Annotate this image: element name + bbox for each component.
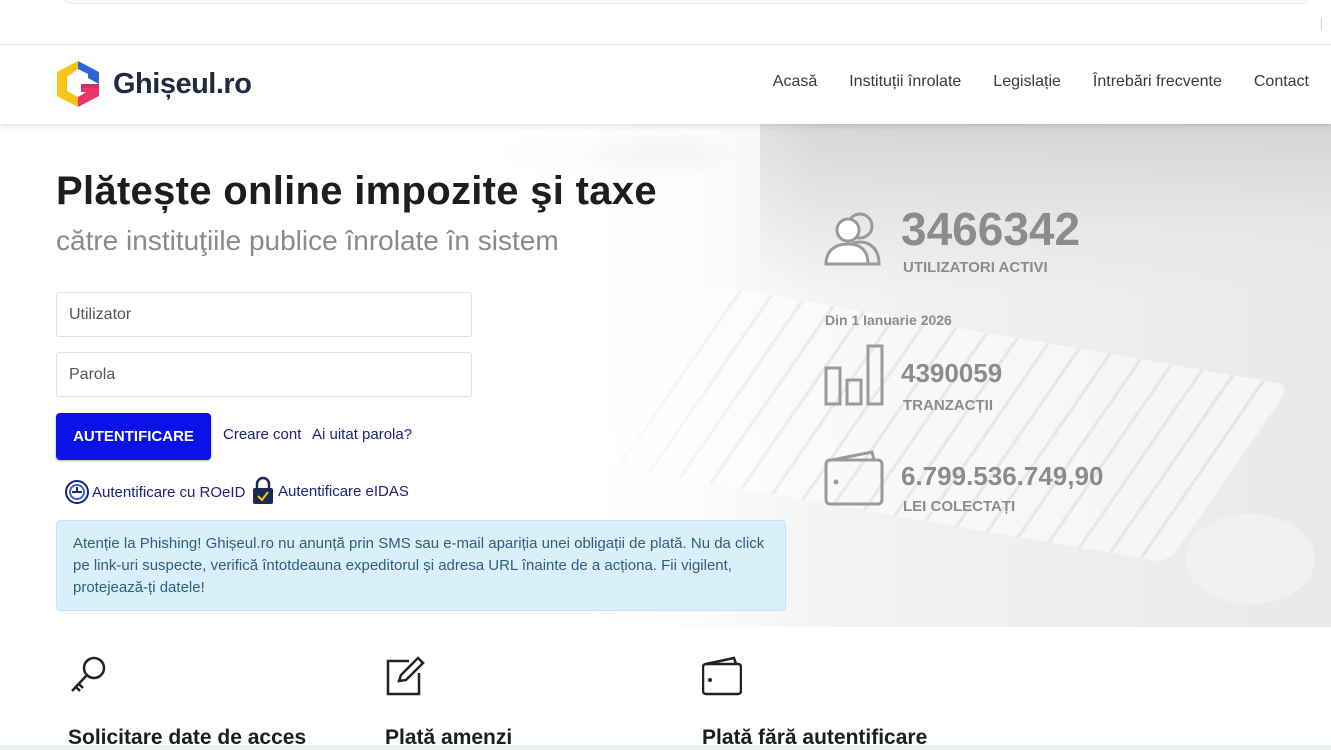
page-subtitle: către instituţiile publice înrolate în s… xyxy=(56,225,559,256)
main-nav: Acasă Instituții înrolate Legislație Înt… xyxy=(741,73,1309,91)
wallet-icon xyxy=(702,656,742,696)
eidas-label: Autentificare eIDAS xyxy=(278,482,409,500)
bar-chart-icon xyxy=(824,344,884,406)
roeid-label: Autentificare cu ROeID xyxy=(92,483,246,501)
background-photo-mouse xyxy=(1185,514,1315,604)
nav-item-acasa[interactable]: Acasă xyxy=(773,73,817,91)
roeid-icon xyxy=(65,480,89,504)
key-icon xyxy=(71,656,106,692)
nav-item-institutii[interactable]: Instituții înrolate xyxy=(849,73,961,91)
users-label: UTILIZATORI ACTIVI xyxy=(903,259,1048,276)
page-title: Plătește online impozite şi taxe xyxy=(56,169,657,213)
login-button[interactable]: AUTENTIFICARE xyxy=(56,413,211,460)
hero-section: Plătește online impozite şi taxe către i… xyxy=(0,124,1331,750)
nav-item-contact[interactable]: Contact xyxy=(1254,73,1309,91)
transactions-count: 4390059 xyxy=(901,358,1003,388)
users-count: 3466342 xyxy=(901,203,1081,255)
users-icon xyxy=(824,212,881,266)
collected-amount: 6.799.536.749,90 xyxy=(901,461,1104,491)
phishing-alert: Atenție la Phishing! Ghișeul.ro nu anunț… xyxy=(56,520,786,611)
since-label: Din 1 Ianuarie 2026 xyxy=(825,312,952,328)
create-account-link[interactable]: Creare cont xyxy=(223,426,301,443)
brand-name: Ghișeul.ro xyxy=(113,67,252,100)
logo-link[interactable]: Ghișeul.ro xyxy=(55,59,252,109)
search-bar-remnant xyxy=(62,0,1310,4)
forgot-password-link[interactable]: Ai uitat parola? xyxy=(312,426,412,443)
site-header: Ghișeul.ro Acasă Instituții înrolate Leg… xyxy=(0,45,1331,124)
roeid-login-link[interactable]: Autentificare cu ROeID xyxy=(64,478,245,506)
scroll-indicator xyxy=(1321,17,1322,31)
services-row: Solicitare date de acces Plată amenzi Pl… xyxy=(56,627,1331,750)
nav-item-legislatie[interactable]: Legislație xyxy=(993,73,1061,91)
username-input[interactable] xyxy=(56,292,472,337)
edit-icon xyxy=(386,656,425,696)
password-input[interactable] xyxy=(56,352,472,397)
transactions-label: TRANZACȚII xyxy=(903,397,993,414)
eidas-login-link[interactable]: Autentificare eIDAS xyxy=(250,476,409,506)
page-bottom-edge xyxy=(0,745,1331,750)
wallet-stat-icon xyxy=(824,450,884,506)
collected-label: LEI COLECTAȚI xyxy=(903,498,1016,515)
ghiseul-logo-icon xyxy=(57,61,99,107)
eidas-lock-icon xyxy=(253,476,273,504)
nav-item-intrebari[interactable]: Întrebări frecvente xyxy=(1093,73,1222,91)
top-strip xyxy=(0,0,1331,45)
